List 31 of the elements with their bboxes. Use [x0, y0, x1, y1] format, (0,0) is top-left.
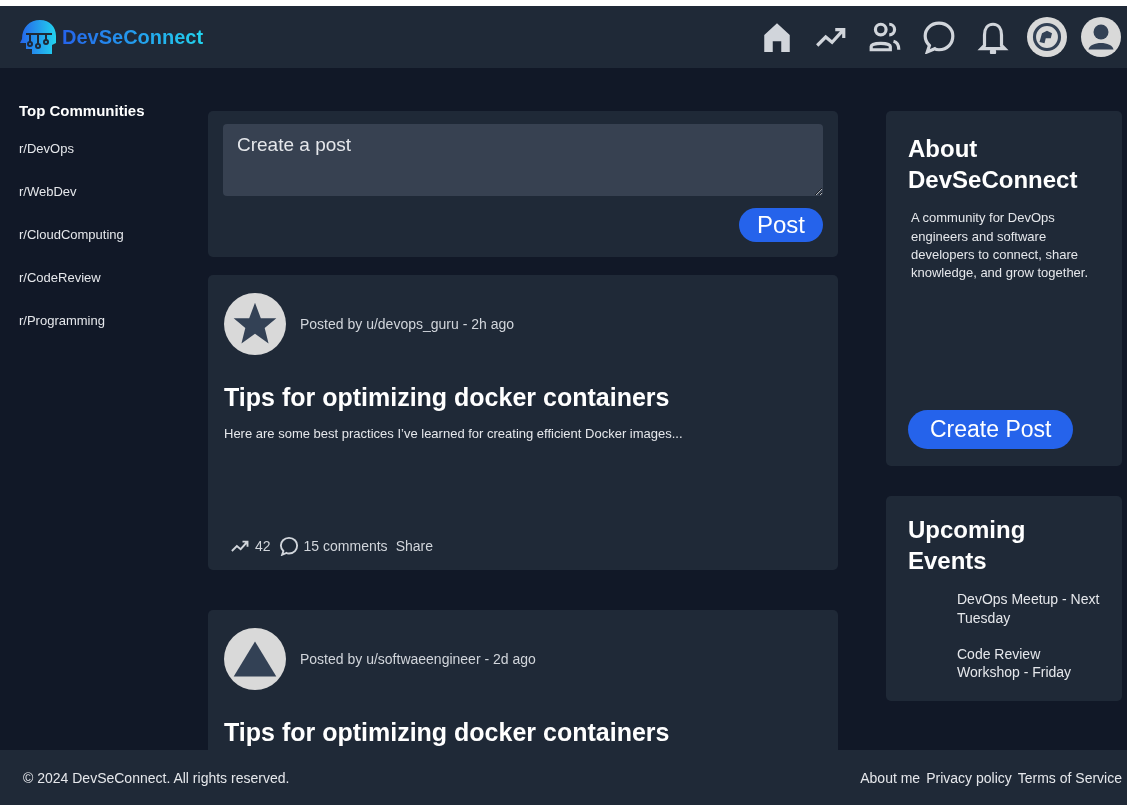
star-avatar-icon [224, 293, 286, 355]
profile-icon[interactable] [1081, 17, 1121, 57]
footer-link[interactable]: Privacy policy [926, 769, 1012, 786]
triangle-avatar-icon [224, 628, 286, 690]
community-link[interactable]: r/CodeReview [19, 270, 190, 285]
event-item[interactable]: DevOps Meetup - Next Tuesday [957, 590, 1100, 627]
events-title: Upcoming Events [908, 515, 1027, 577]
community-link[interactable]: r/CloudComputing [19, 227, 190, 242]
footer-link[interactable]: About me [860, 769, 921, 786]
community-link[interactable]: r/WebDev [19, 184, 190, 199]
post-meta: Posted by u/softwaeengineer - 2d ago [300, 651, 536, 667]
footer-link[interactable]: Terms of Service [1017, 769, 1122, 786]
copyright-text: © 2024 DevSeConnect. All rights reserved. [23, 769, 290, 786]
community-link[interactable]: r/DevOps [19, 141, 190, 156]
about-text: A community for DevOps engineers and software developers to connect, share knowledge, and grow together. [910, 209, 1090, 282]
post-input[interactable]: Create a post [223, 124, 823, 196]
comments-button[interactable]: 15 comments [278, 536, 388, 556]
post-meta: Posted by u/devops_guru - 2h ago [300, 316, 515, 332]
community-link[interactable]: r/Programming [19, 313, 190, 328]
create-post-button[interactable]: Create Post [908, 410, 1074, 449]
post-title[interactable]: Tips for optimizing docker containers [224, 383, 822, 412]
app-icon[interactable] [1027, 17, 1067, 57]
about-title: About DevSeConnect [908, 134, 1079, 196]
share-button[interactable]: Share [395, 538, 433, 554]
chat-icon [278, 536, 299, 556]
post-body: Here are some best practices I’ve learned for creating efficient Docker images... [224, 426, 684, 443]
event-item[interactable]: Code Review Workshop - Friday [957, 644, 1100, 682]
post-button[interactable]: Post [738, 208, 823, 242]
post-title[interactable]: Tips for optimizing docker containers [224, 718, 822, 747]
sidebar-title: Top Communities [19, 102, 146, 119]
votes-button[interactable]: 42 [230, 536, 271, 556]
